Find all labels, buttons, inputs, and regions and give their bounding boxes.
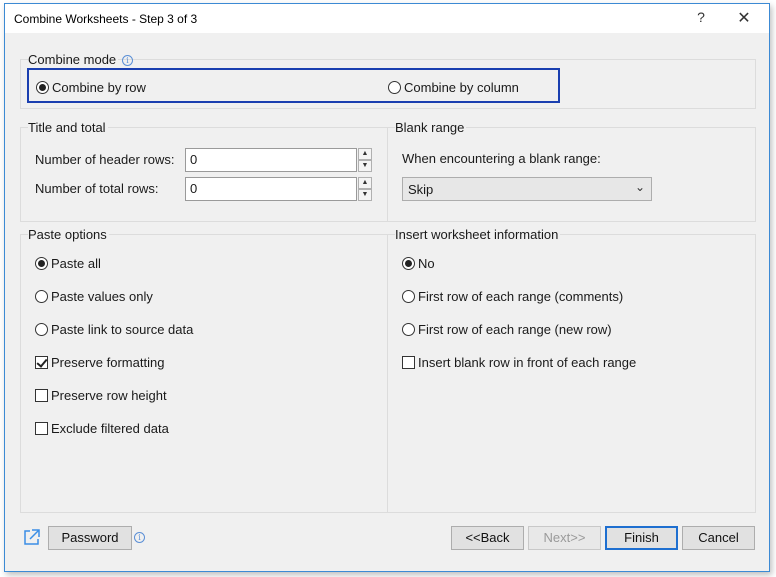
insert-info-label: Insert worksheet information [395,227,561,242]
insert-new-row-label: First row of each range (new row) [418,322,612,337]
preserve-row-height-option[interactable]: Preserve row height [35,388,167,403]
combine-by-row-radio[interactable] [36,81,49,94]
insert-new-row-radio[interactable] [402,323,415,336]
paste-all-option[interactable]: Paste all [35,256,101,271]
insert-new-row-option[interactable]: First row of each range (new row) [402,322,612,337]
combine-by-column-option[interactable]: Combine by column [388,80,519,95]
paste-values-only-option[interactable]: Paste values only [35,289,153,304]
insert-info-group [387,234,756,513]
combine-mode-info-icon[interactable]: i [122,55,133,66]
paste-values-only-label: Paste values only [51,289,153,304]
total-rows-input[interactable]: 0 [185,177,357,201]
finish-button[interactable]: Finish [605,526,678,550]
total-rows-spinner[interactable]: ▲ ▼ [358,177,372,201]
paste-options-label: Paste options [28,227,109,242]
combine-by-column-radio[interactable] [388,81,401,94]
paste-options-group [20,234,388,513]
insert-no-radio[interactable] [402,257,415,270]
insert-no-label: No [418,256,435,271]
blank-range-label: Blank range [395,120,467,135]
close-button[interactable]: ✕ [733,8,755,30]
preserve-row-height-checkbox[interactable] [35,389,48,402]
blank-range-select[interactable]: Skip ⌄ [402,177,652,201]
title-total-label: Title and total [28,120,108,135]
next-button[interactable]: Next>> [528,526,601,550]
insert-no-option[interactable]: No [402,256,435,271]
paste-link-label: Paste link to source data [51,322,194,337]
cancel-button[interactable]: Cancel [682,526,755,550]
exclude-filtered-checkbox[interactable] [35,422,48,435]
combine-mode-label: Combine mode [28,52,119,67]
header-rows-spinner[interactable]: ▲ ▼ [358,148,372,172]
blank-range-group [387,127,756,222]
header-rows-input[interactable]: 0 [185,148,357,172]
password-button[interactable]: Password [48,526,132,550]
preserve-row-height-label: Preserve row height [51,388,167,403]
total-rows-down-arrow-icon[interactable]: ▼ [358,189,372,201]
title-bar: Combine Worksheets - Step 3 of 3 ? ✕ [5,4,769,33]
total-rows-label: Number of total rows: [35,181,159,196]
insert-blank-row-label: Insert blank row in front of each range [418,355,637,370]
header-rows-label: Number of header rows: [35,152,175,167]
dialog-window: Combine Worksheets - Step 3 of 3 ? ✕ Com… [4,3,770,572]
exclude-filtered-option[interactable]: Exclude filtered data [35,421,169,436]
paste-link-radio[interactable] [35,323,48,336]
insert-blank-row-checkbox[interactable] [402,356,415,369]
blank-range-selected-value: Skip [408,182,434,197]
share-icon[interactable] [23,528,41,546]
insert-comments-radio[interactable] [402,290,415,303]
insert-blank-row-option[interactable]: Insert blank row in front of each range [402,355,636,370]
exclude-filtered-label: Exclude filtered data [51,421,169,436]
password-info-icon[interactable]: i [134,532,145,543]
title-total-group [20,127,388,222]
paste-all-radio[interactable] [35,257,48,270]
help-button[interactable]: ? [691,9,711,29]
paste-values-only-radio[interactable] [35,290,48,303]
combine-by-column-label: Combine by column [404,80,519,95]
preserve-formatting-option[interactable]: Preserve formatting [35,355,164,370]
paste-link-option[interactable]: Paste link to source data [35,322,193,337]
header-rows-down-arrow-icon[interactable]: ▼ [358,160,372,172]
combine-by-row-option[interactable]: Combine by row [36,80,146,95]
insert-comments-label: First row of each range (comments) [418,289,624,304]
blank-range-prompt: When encountering a blank range: [402,151,601,166]
chevron-down-icon: ⌄ [634,180,645,194]
preserve-formatting-checkbox[interactable] [35,356,48,369]
back-button[interactable]: <<Back [451,526,524,550]
dialog-title: Combine Worksheets - Step 3 of 3 [14,12,198,26]
preserve-formatting-label: Preserve formatting [51,355,165,370]
combine-by-row-label: Combine by row [52,80,146,95]
header-rows-up-arrow-icon[interactable]: ▲ [358,148,372,160]
total-rows-up-arrow-icon[interactable]: ▲ [358,177,372,189]
insert-comments-option[interactable]: First row of each range (comments) [402,289,623,304]
paste-all-label: Paste all [51,256,101,271]
